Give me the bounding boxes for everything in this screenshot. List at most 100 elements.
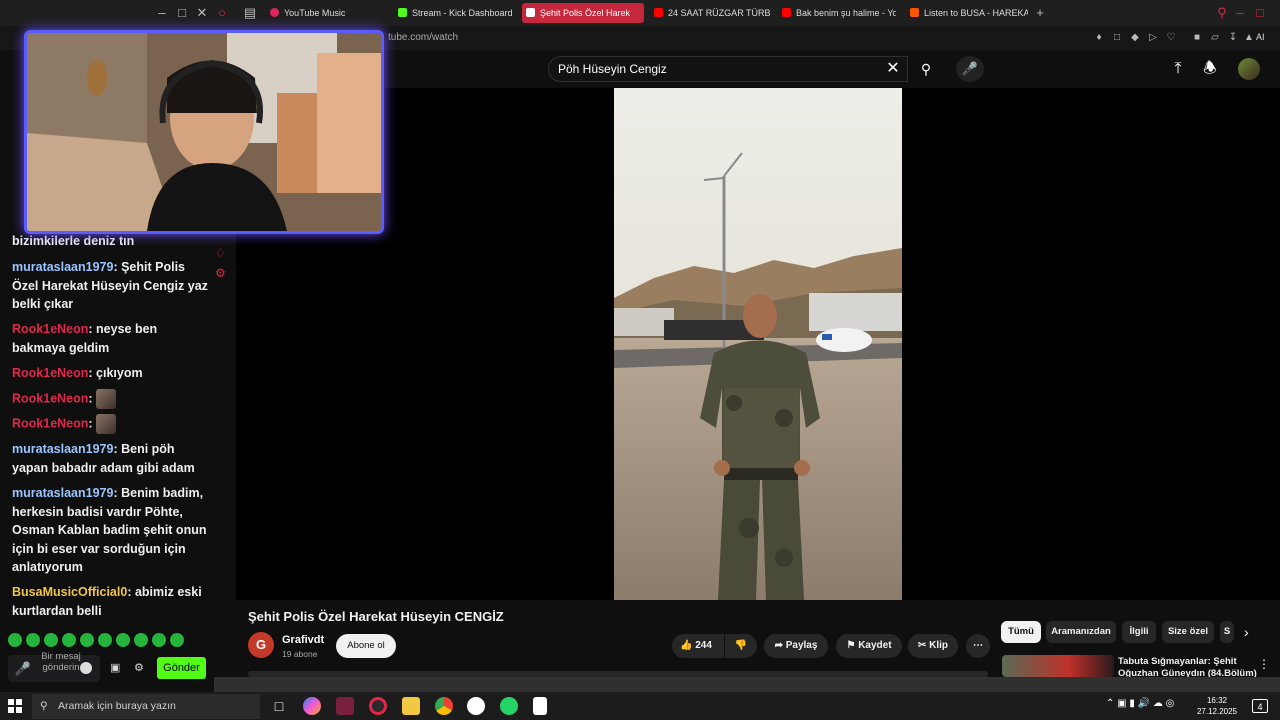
bookmark-icon: ⚑ (846, 640, 856, 651)
chat-username[interactable]: murataslaan1979 (12, 260, 113, 274)
send-button[interactable]: Gönder (157, 657, 206, 679)
chrome-icon[interactable] (435, 697, 453, 715)
emote-icon[interactable] (62, 633, 76, 647)
emote-icon[interactable] (44, 633, 58, 647)
chat-username[interactable]: Rook1eNeon (12, 322, 88, 336)
microphone-icon[interactable]: 🎤 (956, 56, 984, 82)
aria-icon[interactable]: ▲ (1242, 31, 1256, 45)
chat-username[interactable]: Rook1eNeon (12, 391, 88, 405)
shield-icon[interactable]: ◆ (1128, 31, 1142, 45)
notepad-icon[interactable] (533, 697, 547, 715)
notification-icon[interactable]: 4 (1252, 699, 1268, 713)
clear-search-icon[interactable]: ✕ (884, 60, 902, 78)
like-button[interactable]: 👍 244 (672, 634, 724, 658)
tab-bak-benim[interactable]: Bak benim şu halime - Yo (778, 3, 896, 23)
search-input[interactable] (548, 56, 908, 82)
emote-icon[interactable] (152, 633, 166, 647)
dislike-button[interactable]: 👎 (725, 634, 757, 658)
more-actions-icon[interactable]: ⋯ (966, 634, 990, 658)
chat-username[interactable]: Rook1eNeon (12, 416, 88, 430)
channel-avatar[interactable]: G (248, 632, 274, 658)
tab-sehit-polis[interactable]: Şehit Polis Özel Harek (522, 3, 644, 23)
chat-message: Rook1eNeon: (12, 389, 208, 409)
pin-icon[interactable]: ♦ (1092, 31, 1106, 45)
microphone-icon[interactable]: 🎤 (14, 660, 32, 678)
chat-message: Rook1eNeon: çıkıyom (12, 366, 143, 380)
chat-message: murataslaan1979: Beni pöh yapan babadır … (12, 442, 195, 475)
settings-icon[interactable]: ⚙ (215, 266, 231, 280)
app-icon[interactable] (336, 697, 354, 715)
emote-icon[interactable] (98, 633, 112, 647)
horizontal-scrollbar[interactable] (214, 677, 1280, 692)
extensions-icon[interactable]: ■ (1190, 31, 1204, 45)
emote-icon[interactable] (170, 633, 184, 647)
speaker-icon (526, 8, 535, 17)
close-icon[interactable]: ✕ (194, 5, 210, 21)
ai-label[interactable]: AI (1256, 32, 1265, 42)
more-vert-icon[interactable]: ⋮ (1258, 657, 1270, 671)
screenshot-icon[interactable]: □ (1110, 31, 1124, 45)
task-view-icon[interactable]: □ (270, 697, 288, 715)
chip-from-search[interactable]: Aramanızdan (1046, 621, 1116, 643)
share-button[interactable]: ➦ Paylaş (764, 634, 828, 658)
tab-listen-busa[interactable]: Listen to BUSA - HAREKAT (906, 3, 1028, 23)
emote-icon[interactable] (26, 633, 40, 647)
account-avatar[interactable] (1238, 58, 1260, 80)
emote-icon[interactable] (8, 633, 22, 647)
wallet-icon[interactable]: ▱ (1208, 31, 1222, 45)
gift-icon[interactable]: ▣ (110, 661, 122, 674)
clip-button[interactable]: ✂ Klip (908, 634, 958, 658)
chat-username[interactable]: murataslaan1979 (12, 486, 113, 500)
recommended-thumbnail[interactable] (1002, 655, 1114, 677)
upload-icon[interactable]: ⤒ (1168, 59, 1188, 79)
chevron-right-icon[interactable]: › (1244, 623, 1260, 641)
opera-gx-icon[interactable] (369, 697, 387, 715)
tab-overview-icon[interactable]: ▤ (242, 5, 258, 21)
save-button[interactable]: ⚑ Kaydet (836, 634, 902, 658)
chat-username[interactable]: Rook1eNeon (12, 366, 88, 380)
search-icon[interactable]: ⚲ (912, 56, 940, 82)
tab-ruzgar-turbin[interactable]: 24 SAAT RÜZGAR TÜRBİN (650, 3, 770, 23)
download-icon[interactable]: ↧ (1226, 31, 1240, 45)
steam-icon[interactable] (467, 697, 485, 715)
file-explorer-icon[interactable] (402, 697, 420, 715)
taskbar-search[interactable]: ⚲ Aramak için buraya yazın (32, 694, 260, 719)
chip-for-you[interactable]: Size özel (1162, 621, 1214, 643)
system-tray[interactable]: ⌃ ▣ ▮ 🔊 ☁ ◎ (1106, 698, 1174, 709)
chip-all[interactable]: Tümü (1001, 621, 1041, 643)
window-maximize-icon[interactable]: □ (1252, 5, 1268, 21)
youtube-icon (782, 8, 791, 17)
subscribe-button[interactable]: Abone ol (336, 634, 396, 658)
chat-username[interactable]: BusaMusicOfficial0 (12, 585, 127, 599)
url-text[interactable]: tube.com/watch (388, 32, 458, 43)
emote-icon[interactable] (116, 633, 130, 647)
soundcloud-icon (910, 8, 919, 17)
bell-icon[interactable]: 🕭 (1200, 59, 1220, 79)
tab-kick-dashboard[interactable]: Stream - Kick Dashboard (394, 3, 518, 23)
chip-related[interactable]: İlgili (1122, 621, 1156, 643)
window-minimize-icon[interactable]: – (1232, 5, 1248, 21)
chip-more[interactable]: S (1220, 621, 1234, 643)
maximize-icon[interactable]: □ (174, 5, 190, 21)
video-frame[interactable] (614, 88, 902, 600)
settings-icon[interactable]: ⚙ (134, 661, 146, 674)
heart-icon[interactable]: ♡ (1164, 31, 1178, 45)
clock[interactable]: 16:32 27.12.2025 (1196, 695, 1238, 717)
windows-start-icon[interactable] (8, 699, 22, 713)
new-tab-icon[interactable]: + (1032, 5, 1048, 21)
search-tabs-icon[interactable]: ⚲ (1214, 5, 1230, 21)
emote-icon[interactable] (134, 633, 148, 647)
tab-youtube-music[interactable]: YouTube Music (266, 3, 390, 23)
whatsapp-icon[interactable] (500, 697, 518, 715)
minimize-icon[interactable]: – (154, 5, 170, 21)
emote-icon[interactable] (80, 633, 94, 647)
chat-username[interactable]: murataslaan1979 (12, 442, 113, 456)
recommended-title[interactable]: Tabuta Sığmayanlar: Şehit Oğuzhan Güneyd… (1118, 656, 1258, 678)
play-icon[interactable]: ▷ (1146, 31, 1160, 45)
emoji-icon[interactable] (80, 662, 92, 674)
copilot-icon[interactable] (303, 697, 321, 715)
flame-icon[interactable]: ♢ (215, 246, 231, 260)
thumbs-up-icon: 👍 (680, 640, 693, 651)
opera-icon[interactable]: ○ (214, 5, 230, 21)
channel-name[interactable]: Grafivdt (282, 634, 324, 646)
